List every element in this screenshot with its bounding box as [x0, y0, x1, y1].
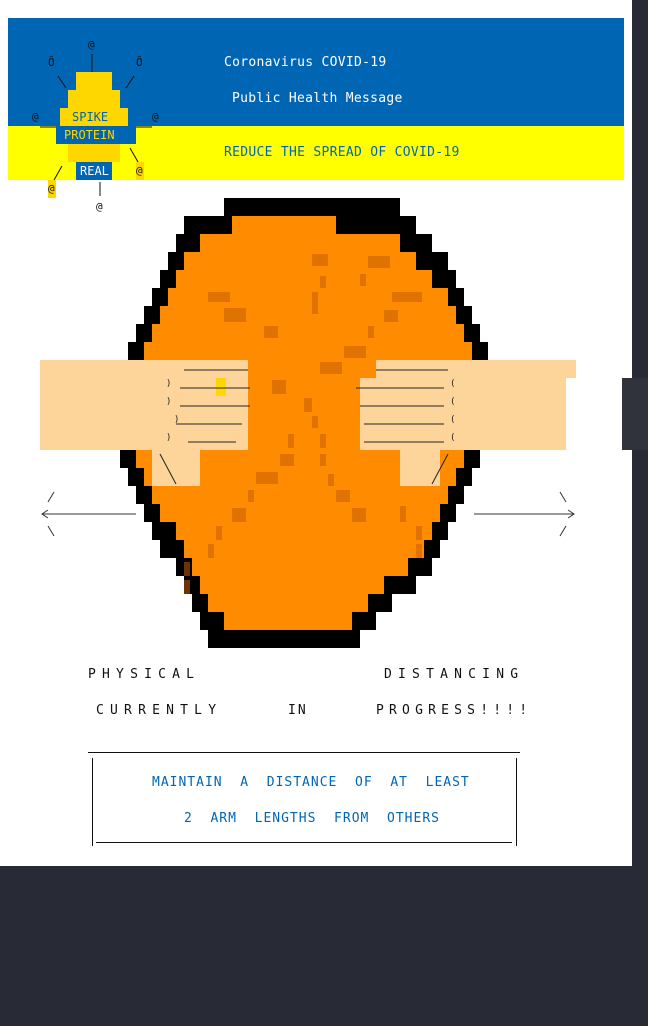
page-canvas: Coronavirus COVID-19 Public Health Messa…	[0, 0, 632, 866]
virus-label-protein: PROTEIN	[64, 128, 115, 142]
head-illustration: ) ) ) ) ( ( ( (	[40, 198, 576, 648]
svg-text:): )	[166, 379, 171, 389]
svg-text:(: (	[450, 397, 455, 407]
message-physical: PHYSICAL	[88, 667, 201, 682]
svg-text:): )	[166, 433, 171, 443]
header-title: Coronavirus COVID-19	[224, 55, 387, 70]
svg-text:): )	[166, 397, 171, 407]
virus-label-real: REAL	[80, 164, 109, 178]
message-progress: PROGRESS!!!!	[376, 703, 533, 718]
notice-line2: 2 ARM LENGTHS FROM OTHERS	[184, 811, 440, 826]
scroll-handle[interactable]	[622, 378, 648, 450]
virus-spike-tr: Õ	[136, 56, 143, 69]
notice-box-right	[516, 758, 517, 846]
header-subtitle: Public Health Message	[232, 91, 403, 106]
notice-line1: MAINTAIN A DISTANCE OF AT LEAST	[152, 775, 470, 790]
header-slogan: REDUCE THE SPREAD OF COVID-19	[224, 145, 460, 160]
notice-box-left	[92, 758, 93, 846]
svg-text:(: (	[450, 433, 455, 443]
virus-spike-right: @	[152, 110, 159, 123]
notice-box-top	[88, 752, 520, 753]
notice-box-bottom	[96, 842, 512, 843]
svg-text:(: (	[450, 415, 455, 425]
distance-arrows	[41, 491, 575, 537]
message-in: IN	[288, 703, 308, 718]
message-currently: CURRENTLY	[96, 703, 223, 718]
virus-spike-left: @	[32, 110, 39, 123]
svg-text:(: (	[450, 379, 455, 389]
virus-label-spike: SPIKE	[72, 110, 109, 124]
virus-spike-br: @	[136, 164, 143, 177]
svg-text:): )	[174, 415, 179, 425]
message-distancing: DISTANCING	[384, 667, 525, 682]
virus-spike-top: @	[88, 38, 95, 51]
virus-spike-tl: Õ	[48, 56, 55, 69]
virus-spike-bl: @	[48, 182, 55, 195]
